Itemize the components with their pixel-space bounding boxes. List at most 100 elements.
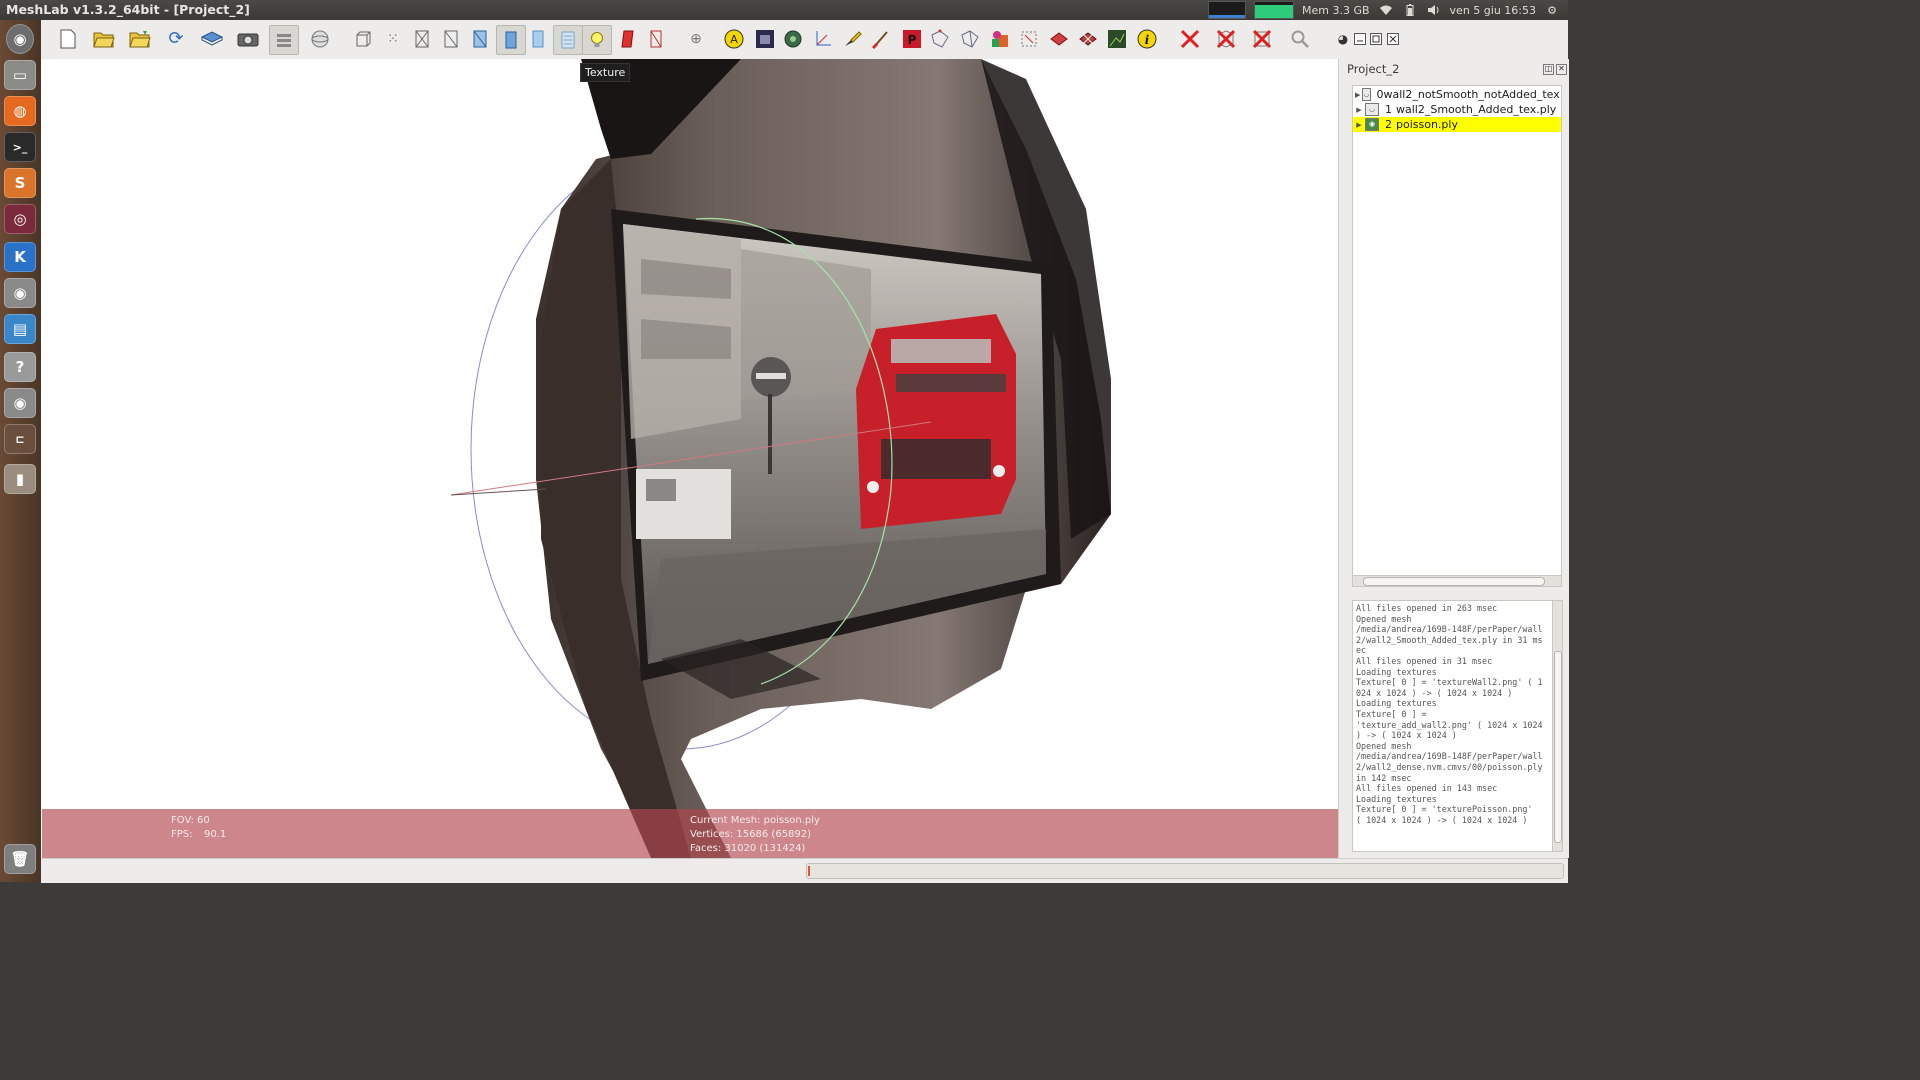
status-bar — [41, 858, 1568, 883]
fps-value: 90.1 — [204, 829, 227, 840]
selected-faces-icon[interactable] — [644, 27, 668, 51]
firefox-icon[interactable]: ◍ — [4, 96, 36, 126]
smooth-shading-icon[interactable] — [526, 27, 550, 51]
select-faces-icon[interactable] — [1017, 27, 1041, 51]
mesh-colorize-icon[interactable] — [988, 27, 1012, 51]
trackball-icon[interactable] — [308, 27, 332, 51]
open-mesh-icon[interactable] — [128, 27, 152, 51]
sublime-text-icon[interactable]: S — [4, 168, 36, 198]
3d-viewport[interactable]: FOV: 60 FPS: 90.1 Current Mesh: poisson.… — [41, 59, 1338, 858]
settings-gear-icon[interactable]: ⚙ — [1544, 3, 1560, 17]
log-vscrollbar[interactable] — [1552, 600, 1563, 852]
bounding-box-icon[interactable] — [351, 27, 375, 51]
battery-icon[interactable] — [1402, 3, 1418, 17]
manipulator-icon[interactable]: ⊕ — [684, 27, 708, 51]
delete-faces-icon[interactable] — [1047, 27, 1071, 51]
delete-selected-vertices-icon[interactable] — [1214, 27, 1238, 51]
files-icon[interactable]: ▭ — [4, 60, 36, 90]
current-mesh-label: Current Mesh: poisson.ply — [690, 815, 820, 826]
align-icon[interactable] — [781, 27, 805, 51]
trash-icon[interactable]: 🗑 — [4, 844, 36, 874]
render-icon[interactable] — [1105, 27, 1129, 51]
meshlab-eye-icon-2[interactable]: ◉ — [4, 388, 36, 418]
ubuntu-dash-icon[interactable]: ◉ — [6, 24, 34, 54]
layer-panel: Project_2 ◫ ✕ ▶ ◡ 0 wall2_notSmooth_notA… — [1338, 59, 1569, 858]
log-panel: All files opened in 263 msec Opened mesh… — [1352, 600, 1554, 852]
app-icon[interactable]: ◎ — [4, 204, 36, 234]
volume-icon[interactable] — [1426, 3, 1442, 17]
layer-row-selected[interactable]: ▶ ◉ 2 poisson.ply — [1353, 117, 1561, 132]
visibility-eye-icon[interactable]: ◉ — [1365, 118, 1379, 131]
expand-arrow-icon[interactable]: ▶ — [1355, 106, 1363, 114]
launcher: ◉ ▭ ◍ >_ S ◎ K ◉ ▤ ? ◉ ⊏ ▮ 🗑 — [0, 20, 41, 882]
memory-indicator[interactable]: Mem 3.3 GB — [1302, 4, 1370, 17]
visibility-eye-icon[interactable]: ◡ — [1365, 103, 1379, 116]
window-title: MeshLab v1.3.2_64bit - [Project_2] — [6, 2, 250, 17]
layers-icon[interactable] — [269, 25, 299, 55]
svg-text:P: P — [908, 33, 917, 47]
layer-row[interactable]: ▶ ◡ 1 wall2_Smooth_Added_tex.ply — [1353, 102, 1561, 117]
zoom-icon[interactable] — [1288, 27, 1312, 51]
layer-name: poisson.ply — [1396, 118, 1458, 131]
delete-selected-icon[interactable] — [1178, 27, 1202, 51]
meshlab-eye-icon[interactable]: ◉ — [4, 278, 36, 308]
snapshot-icon[interactable] — [236, 27, 260, 51]
fps-label: FPS: — [171, 829, 193, 840]
system-tray: Mem 3.3 GB ven 5 giu 16:53 ⚙ — [1208, 0, 1568, 20]
svg-text:i: i — [1145, 33, 1150, 47]
terminal-icon[interactable]: >_ — [4, 132, 36, 162]
faces-label: Faces: 31020 (131424) — [690, 843, 806, 854]
log-text: All files opened in 263 msec Opened mesh… — [1356, 603, 1543, 825]
wifi-icon[interactable] — [1378, 3, 1394, 17]
axes-icon[interactable] — [811, 27, 835, 51]
layer-list: ▶ ◡ 0 wall2_notSmooth_notAdded_tex. ▶ ◡ … — [1352, 85, 1562, 576]
new-project-icon[interactable] — [56, 27, 80, 51]
clock[interactable]: ven 5 giu 16:53 — [1450, 4, 1536, 17]
delete-selected-faces-icon[interactable] — [1250, 27, 1274, 51]
kde-connect-icon[interactable]: K — [4, 242, 36, 272]
expand-arrow-icon[interactable]: ▶ — [1355, 91, 1360, 99]
backface-icon[interactable] — [616, 27, 640, 51]
cpu-graph-icon[interactable] — [1208, 1, 1247, 19]
close-window-icon[interactable] — [1381, 27, 1405, 51]
light-icon[interactable] — [582, 25, 612, 55]
info-icon[interactable]: i — [1135, 27, 1159, 51]
wireframe-icon[interactable] — [410, 27, 434, 51]
raster-image-icon[interactable] — [753, 27, 777, 51]
main-toolbar: ⟳ ⁙ ⊕ A P i ◕ — [41, 20, 1568, 60]
svg-text:A: A — [730, 33, 738, 46]
layer-name: wall2_notSmooth_notAdded_tex. — [1383, 88, 1562, 101]
close-panel-icon[interactable]: ✕ — [1556, 64, 1567, 75]
select-vertices-icon[interactable] — [928, 27, 952, 51]
project-title: Project_2 — [1347, 62, 1400, 76]
help-icon[interactable]: ? — [4, 352, 36, 382]
layer-name: wall2_Smooth_Added_tex.ply — [1396, 103, 1557, 116]
info-overlay: FOV: 60 FPS: 90.1 Current Mesh: poisson.… — [42, 809, 1338, 858]
visibility-eye-icon[interactable]: ◡ — [1362, 88, 1371, 101]
save-mesh-icon[interactable] — [200, 27, 224, 51]
flat-shading-icon[interactable] — [496, 25, 526, 55]
open-project-icon[interactable] — [92, 27, 116, 51]
layer-list-hscrollbar[interactable] — [1352, 575, 1562, 587]
float-panel-icon[interactable]: ◫ — [1543, 64, 1554, 75]
libreoffice-icon[interactable]: ▤ — [4, 314, 36, 344]
app-icon-2[interactable]: ⊏ — [4, 424, 36, 454]
paint-brush-icon[interactable] — [840, 27, 864, 51]
flat-lines-icon[interactable] — [468, 27, 492, 51]
delete-vertices-icon[interactable] — [1076, 27, 1100, 51]
points-icon[interactable]: ⁙ — [381, 27, 405, 51]
select-connected-icon[interactable] — [958, 27, 982, 51]
fov-label: FOV: 60 — [171, 815, 210, 826]
mem-graph-icon[interactable] — [1254, 1, 1295, 19]
pick-points-icon[interactable]: P — [900, 27, 924, 51]
layer-row[interactable]: ▶ ◡ 0 wall2_notSmooth_notAdded_tex. — [1353, 87, 1561, 102]
top-panel: MeshLab v1.3.2_64bit - [Project_2] Mem 3… — [0, 0, 1568, 20]
texture-icon[interactable] — [553, 25, 583, 55]
color-paint-icon[interactable] — [869, 27, 893, 51]
reload-icon[interactable]: ⟳ — [164, 27, 188, 51]
hidden-lines-icon[interactable] — [439, 27, 463, 51]
usb-drive-icon[interactable]: ▮ — [4, 464, 36, 494]
annotation-icon[interactable]: A — [722, 27, 746, 51]
mesh-render[interactable] — [41, 59, 1338, 858]
expand-arrow-icon[interactable]: ▶ — [1355, 121, 1363, 129]
